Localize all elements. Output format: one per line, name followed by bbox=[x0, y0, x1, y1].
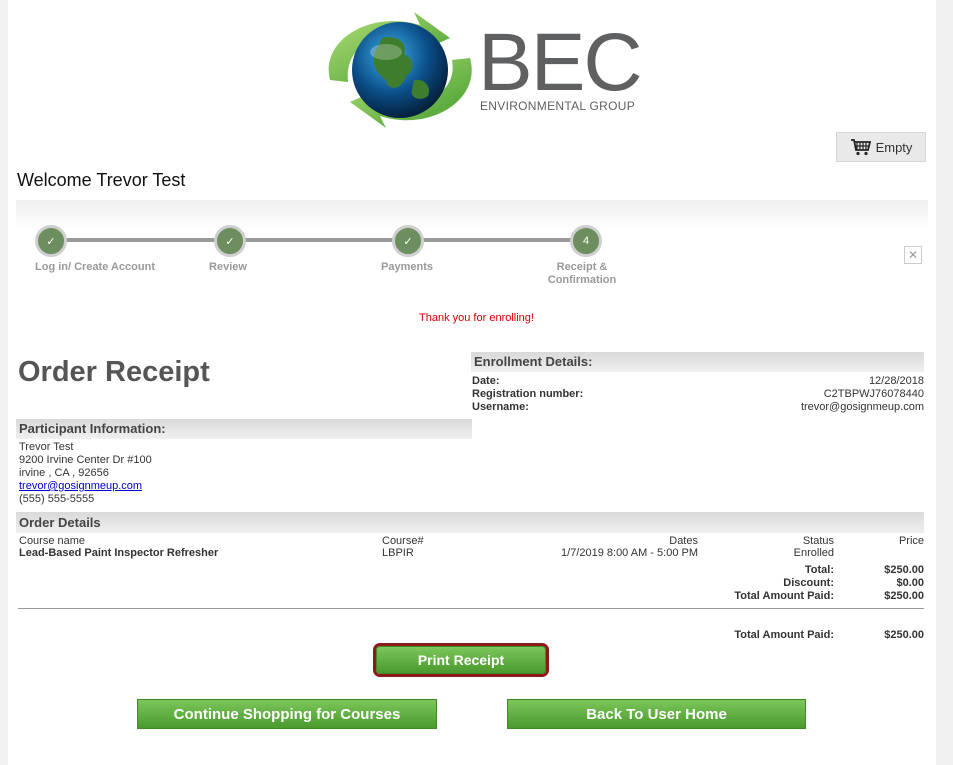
row-dates: 1/7/2019 8:00 AM - 5:00 PM bbox=[561, 547, 698, 559]
grand-total-label: Total Amount Paid: bbox=[734, 629, 834, 641]
registration-label: Registration number: bbox=[472, 388, 584, 400]
enrollment-heading: Enrollment Details: bbox=[471, 352, 924, 372]
back-to-user-home-button[interactable]: Back To User Home bbox=[507, 699, 806, 729]
step-1-label: Log in/ Create Account bbox=[35, 261, 155, 273]
column-status: Status bbox=[802, 535, 834, 547]
column-dates: Dates bbox=[669, 535, 698, 547]
registration-value: C2TBPWJ76078440 bbox=[823, 388, 924, 400]
order-heading: Order Details bbox=[16, 512, 924, 533]
cart-label: Empty bbox=[875, 139, 913, 155]
row-status: Enrolled bbox=[793, 547, 834, 559]
left-gutter bbox=[0, 0, 8, 765]
brand-name: BEC bbox=[478, 17, 643, 108]
step-1-check-icon: ✓ bbox=[35, 225, 67, 257]
divider bbox=[18, 608, 924, 609]
participant-email-link[interactable]: trevor@gosignmeup.com bbox=[19, 481, 142, 492]
right-gutter bbox=[936, 0, 953, 765]
cart-button[interactable]: Empty bbox=[836, 132, 926, 162]
column-price: Price bbox=[898, 535, 924, 547]
participant-address-1: 9200 Irvine Center Dr #100 bbox=[19, 454, 152, 466]
welcome-message: Welcome Trevor Test bbox=[17, 170, 186, 190]
row-course-number: LBPIR bbox=[382, 547, 414, 559]
cart-icon bbox=[850, 139, 871, 156]
discount-label: Discount: bbox=[783, 577, 834, 589]
column-course-number: Course# bbox=[382, 535, 424, 547]
step-2-check-icon: ✓ bbox=[214, 225, 246, 257]
checkout-progress bbox=[16, 200, 928, 295]
thank-you-message: Thank you for enrolling! bbox=[419, 312, 534, 324]
total-value: $250.00 bbox=[884, 564, 924, 576]
brand-subtitle: ENVIRONMENTAL GROUP bbox=[480, 99, 636, 113]
date-value: 12/28/2018 bbox=[868, 375, 924, 387]
grand-total-value: $250.00 bbox=[884, 629, 924, 641]
step-4-number: 4 bbox=[570, 225, 602, 257]
participant-phone: (555) 555-5555 bbox=[19, 493, 95, 505]
column-course-name: Course name bbox=[19, 535, 86, 547]
close-icon[interactable]: ✕ bbox=[904, 246, 922, 264]
participant-address-2: irvine , CA , 92656 bbox=[19, 467, 109, 479]
amount-paid-label: Total Amount Paid: bbox=[734, 590, 834, 602]
step-2-label: Review bbox=[209, 261, 247, 273]
discount-value: $0.00 bbox=[896, 577, 924, 589]
row-course-name: Lead-Based Paint Inspector Refresher bbox=[19, 547, 219, 559]
step-3-label: Payments bbox=[381, 261, 433, 273]
username-value: trevor@gosignmeup.com bbox=[800, 401, 924, 413]
amount-paid-value: $250.00 bbox=[884, 590, 924, 602]
page-title: Order Receipt bbox=[18, 356, 210, 388]
continue-shopping-button[interactable]: Continue Shopping for Courses bbox=[137, 699, 437, 729]
username-label: Username: bbox=[472, 401, 529, 413]
step-3-check-icon: ✓ bbox=[392, 225, 424, 257]
progress-track bbox=[50, 238, 585, 242]
print-receipt-button[interactable]: Print Receipt bbox=[376, 646, 546, 674]
participant-name: Trevor Test bbox=[19, 441, 74, 453]
total-label: Total: bbox=[804, 564, 834, 576]
step-4-label: Receipt & Confirmation bbox=[547, 261, 617, 286]
date-label: Date: bbox=[472, 375, 500, 387]
participant-heading: Participant Information: bbox=[16, 419, 472, 439]
